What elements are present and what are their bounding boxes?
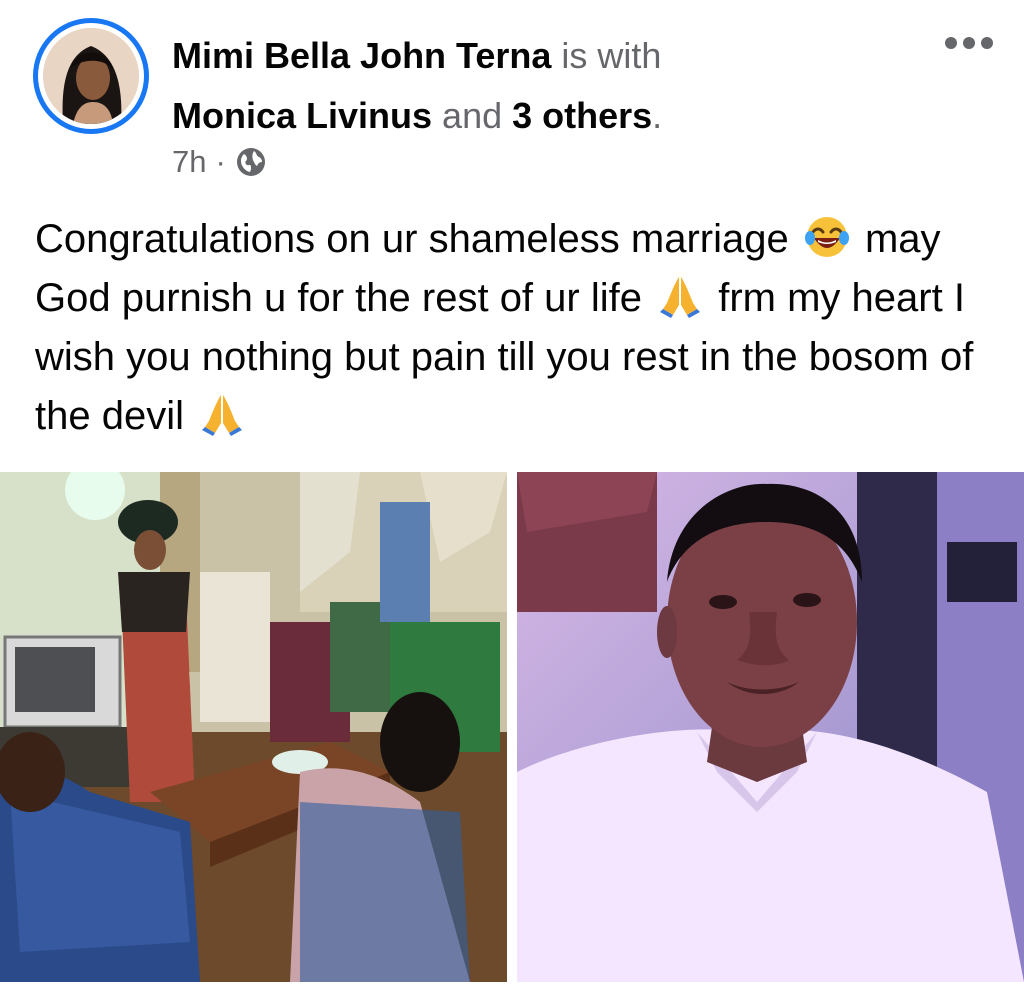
tagged-person-name[interactable]: Monica Livinus — [172, 95, 432, 136]
post-text-segment: Congratulations on ur shameless marriage — [35, 217, 789, 261]
post-meta: 7h · — [172, 140, 267, 184]
post-header: Mimi Bella John Terna is with Monica Liv… — [172, 26, 932, 146]
face-with-tears-of-joy-icon — [804, 214, 850, 260]
with-text: is with — [551, 35, 662, 76]
meta-separator: · — [215, 144, 226, 179]
author-name[interactable]: Mimi Bella John Terna — [172, 35, 551, 76]
period-text: . — [652, 95, 663, 136]
facebook-post: Mimi Bella John Terna is with Monica Liv… — [0, 0, 1024, 985]
wedding-gathering-photo[interactable] — [0, 472, 507, 982]
post-timestamp[interactable]: 7h — [172, 144, 206, 180]
story-ring[interactable] — [33, 18, 149, 134]
more-options-icon[interactable] — [945, 36, 993, 50]
man-selfie-photo[interactable] — [517, 472, 1024, 982]
author-avatar[interactable] — [43, 28, 139, 124]
others-link[interactable]: 3 others — [512, 95, 652, 136]
globe-icon[interactable] — [235, 146, 267, 178]
folded-hands-icon — [199, 391, 245, 437]
and-text: and — [432, 95, 513, 136]
post-body: Congratulations on ur shameless marriage… — [35, 210, 995, 446]
folded-hands-icon — [657, 273, 703, 319]
